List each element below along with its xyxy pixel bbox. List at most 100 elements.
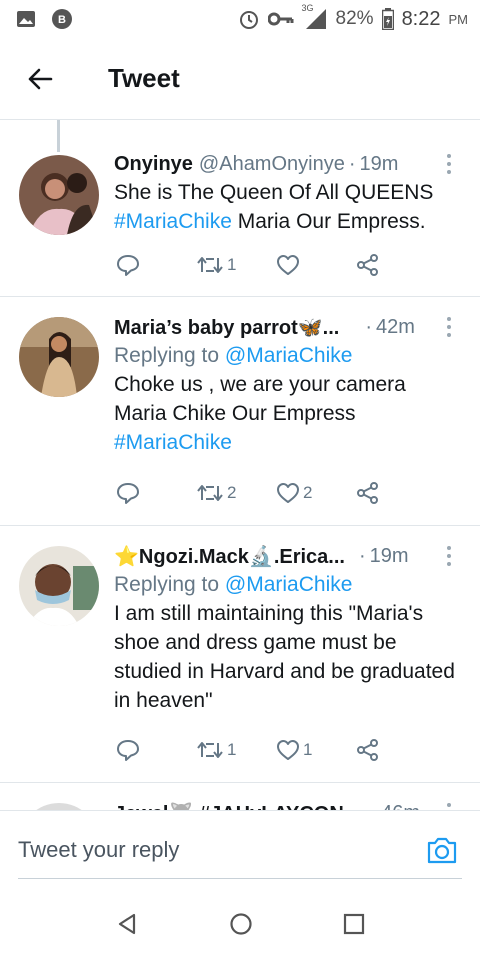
author-name[interactable]: Jewel🐺 #JAHyLAYCON... <box>114 801 360 811</box>
heart-icon <box>277 740 299 760</box>
tweet-text-line: I am still maintaining this "Maria's <box>114 602 424 625</box>
retweet-icon <box>197 742 223 758</box>
separator-dot: · <box>358 544 366 567</box>
replying-label: Replying to <box>114 573 220 596</box>
retweet-icon <box>197 257 223 273</box>
tweet-text-continuation: Maria Our Empress. <box>231 210 426 233</box>
replying-to-handle[interactable]: @MariaChike <box>225 573 353 596</box>
tweet[interactable]: Jewel🐺 #JAHyLAYCON... · 46m <box>0 783 480 810</box>
timestamp: 19m <box>369 544 409 567</box>
more-options-icon[interactable] <box>444 546 454 568</box>
battery-percent: 82% <box>335 8 374 29</box>
retweet-button[interactable]: 1 <box>196 740 276 760</box>
svg-text:B: B <box>58 14 66 26</box>
share-icon <box>357 482 378 504</box>
comment-icon <box>117 483 139 504</box>
author-name[interactable]: ⭐Ngozi.Mack🔬.Erica... <box>114 544 345 569</box>
author-name[interactable]: Onyinye <box>114 153 193 176</box>
key-icon <box>267 12 294 26</box>
tweet-text-line: shoe and dress game must be <box>114 631 397 654</box>
comment-icon <box>117 255 139 276</box>
retweet-button[interactable]: 1 <box>196 255 276 275</box>
clock-ampm: PM <box>448 11 469 27</box>
header: Tweet <box>0 38 480 120</box>
separator-dot: · <box>348 152 356 175</box>
tweet-text-line: in heaven" <box>114 689 213 712</box>
retweet-button[interactable]: 2 <box>196 483 276 503</box>
nav-recents-icon[interactable] <box>343 913 365 935</box>
reply-button[interactable] <box>116 739 196 761</box>
more-options-icon[interactable] <box>444 317 454 339</box>
share-button[interactable] <box>356 481 436 505</box>
tweet-text-line: Maria Chike Our Empress <box>114 402 356 425</box>
tweet-actions: 2 2 <box>116 478 436 508</box>
replying-to: Replying to @MariaChike <box>114 570 462 599</box>
heart-icon <box>277 483 299 503</box>
tweet-text-line: Choke us , we are your camera <box>114 373 406 396</box>
status-bar: B 3G 82% 8:22 PM <box>0 0 480 38</box>
alarm-icon <box>239 11 258 29</box>
author-handle[interactable]: @AhamOnyinye <box>199 153 345 176</box>
replying-to: Replying to @MariaChike <box>114 341 462 370</box>
replying-to-handle[interactable]: @MariaChike <box>225 344 353 367</box>
like-count: 1 <box>303 740 313 759</box>
tweet-text-line: studied in Harvard and be graduated <box>114 660 455 683</box>
author-name[interactable]: Maria’s baby parrot🦋... <box>114 315 339 340</box>
timestamp: 19m <box>359 152 399 175</box>
tweet-text: She is The Queen Of All QUEENS #MariaChi… <box>114 178 462 236</box>
tweet[interactable]: ⭐Ngozi.Mack🔬.Erica... · 19m Replying to … <box>0 526 480 783</box>
retweet-count: 2 <box>227 483 237 502</box>
like-count: 2 <box>303 483 313 502</box>
tweet-text: I am still maintaining this "Maria's sho… <box>114 599 462 715</box>
tweet-text-line: #MariaChike Maria Our Empress. <box>114 207 462 236</box>
comment-icon <box>117 740 139 761</box>
reply-input[interactable]: Tweet your reply <box>18 833 462 879</box>
share-button[interactable] <box>356 253 436 277</box>
retweet-count: 1 <box>227 740 237 759</box>
nav-back-icon[interactable] <box>115 912 139 936</box>
gallery-icon <box>17 11 35 27</box>
page-title: Tweet <box>108 63 180 93</box>
reply-composer: Tweet your reply <box>0 810 480 888</box>
like-button[interactable] <box>276 254 356 276</box>
timestamp: 46m <box>381 802 420 811</box>
more-options-icon[interactable] <box>444 803 454 810</box>
reply-button[interactable] <box>116 482 196 504</box>
like-button[interactable]: 2 <box>276 482 356 504</box>
avatar[interactable] <box>19 803 99 810</box>
camera-button[interactable] <box>426 835 458 865</box>
avatar[interactable] <box>19 317 99 397</box>
reply-feed[interactable]: Onyinye @AhamOnyinye · 19m She is The Qu… <box>0 120 480 810</box>
retweet-count: 1 <box>227 255 237 274</box>
tweet-actions: 1 1 <box>116 735 436 765</box>
signal-icon: 3G <box>302 3 328 31</box>
arrow-left-icon <box>28 68 53 89</box>
share-icon <box>357 254 378 276</box>
whatsapp-business-icon: B <box>52 9 72 29</box>
tweet[interactable]: Maria’s baby parrot🦋... · 42m Replying t… <box>0 297 480 526</box>
heart-icon <box>277 255 299 275</box>
tweet-text: Choke us , we are your camera Maria Chik… <box>114 370 462 457</box>
system-nav-bar <box>0 888 480 960</box>
reply-button[interactable] <box>116 254 196 276</box>
camera-icon <box>427 837 457 864</box>
timestamp: 42m <box>376 315 415 338</box>
separator-dot: · <box>370 802 377 811</box>
hashtag-link[interactable]: #MariaChike <box>114 210 232 233</box>
nav-home-icon[interactable] <box>229 912 253 936</box>
separator-dot: · <box>365 315 373 338</box>
share-icon <box>357 739 378 761</box>
battery-icon <box>381 8 394 30</box>
back-button[interactable] <box>0 38 86 120</box>
share-button[interactable] <box>356 738 436 762</box>
more-options-icon[interactable] <box>444 154 454 176</box>
avatar[interactable] <box>19 155 99 235</box>
avatar[interactable] <box>19 546 99 626</box>
like-button[interactable]: 1 <box>276 739 356 761</box>
hashtag-link[interactable]: #MariaChike <box>114 428 462 457</box>
tweet[interactable]: Onyinye @AhamOnyinye · 19m She is The Qu… <box>0 120 480 297</box>
tweet-text-line: She is The Queen Of All QUEENS <box>114 181 434 204</box>
retweet-icon <box>197 485 223 501</box>
clock-time: 8:22 <box>401 7 441 30</box>
tweet-actions: 1 <box>116 250 436 280</box>
